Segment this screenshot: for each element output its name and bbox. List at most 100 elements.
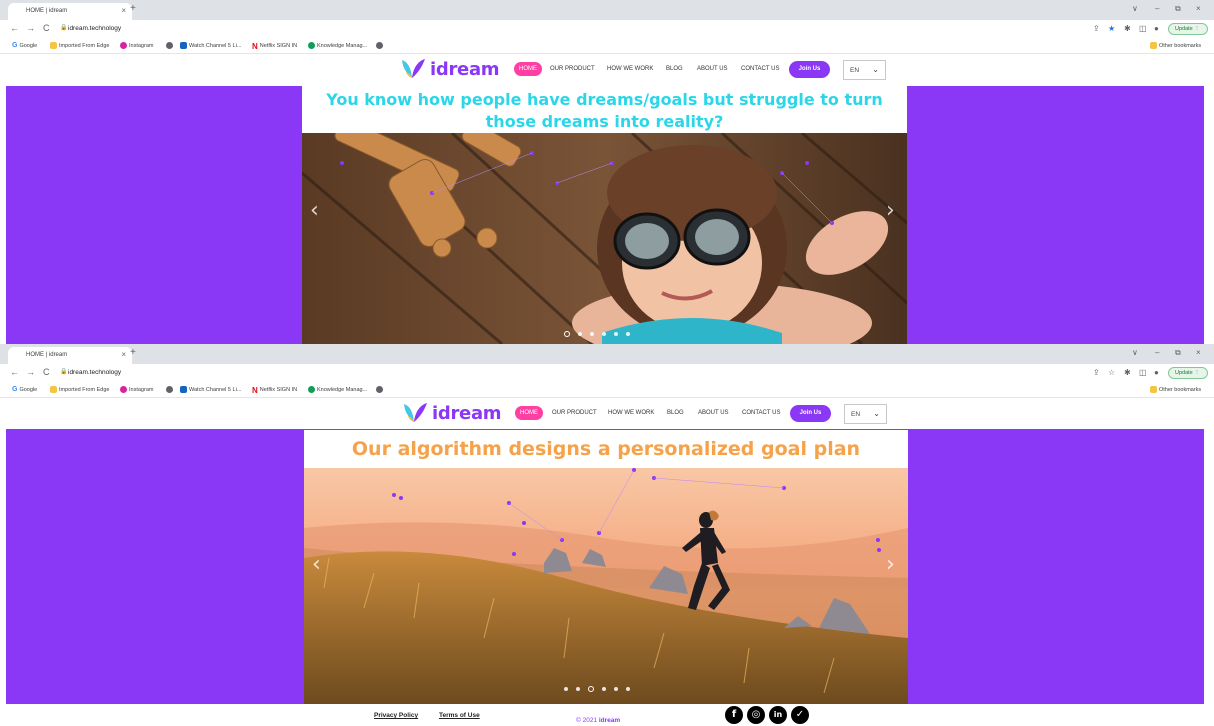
carousel-prev-icon[interactable]: ‹	[312, 552, 321, 577]
carousel-prev-icon[interactable]: ‹	[310, 198, 319, 223]
close-window-icon[interactable]: ×	[1196, 348, 1201, 357]
carousel-dot[interactable]	[578, 332, 582, 336]
carousel-dot[interactable]	[564, 331, 570, 337]
bookmark-google[interactable]: G Google	[12, 386, 37, 393]
bookmark-channel5[interactable]: Watch Channel 5 Li...	[180, 42, 241, 49]
reload-icon[interactable]: C	[43, 23, 50, 33]
close-window-icon[interactable]: ×	[1196, 4, 1201, 13]
carousel-dot[interactable]	[602, 687, 606, 691]
share-icon[interactable]: ⇪	[1093, 368, 1100, 377]
nav-blog[interactable]: BLOG	[667, 410, 684, 416]
carousel-dot[interactable]	[576, 687, 580, 691]
bookmark-imported[interactable]: Imported From Edge	[50, 386, 109, 393]
new-tab-icon[interactable]: +	[130, 347, 136, 358]
tab-search-icon[interactable]: ∨	[1132, 4, 1138, 13]
site-footer: Privacy Policy Terms of Use © 2021 idrea…	[0, 704, 1214, 726]
extensions-icon[interactable]: ✱	[1124, 368, 1131, 377]
nav-contact-us[interactable]: CONTACT US	[741, 66, 779, 72]
minimize-icon[interactable]: –	[1155, 4, 1159, 13]
bookmark-google[interactable]: G Google	[12, 42, 37, 49]
bookmark-globe[interactable]	[166, 42, 175, 49]
forward-icon[interactable]: →	[26, 367, 35, 377]
linkedin-icon[interactable]: in	[769, 706, 787, 724]
carousel-dot[interactable]	[614, 687, 618, 691]
site-header: idream HOME OUR PRODUCT HOW WE WORK BLOG…	[6, 54, 1204, 86]
nav-about-us[interactable]: ABOUT US	[698, 410, 729, 416]
nav-blog[interactable]: BLOG	[666, 66, 683, 72]
privacy-policy-link[interactable]: Privacy Policy	[374, 712, 418, 719]
carousel-dot[interactable]	[588, 686, 594, 692]
bookmark-globe-2[interactable]	[376, 386, 385, 393]
bookmark-netflix[interactable]: N Netflix SIGN IN	[252, 386, 297, 395]
nav-how-we-work[interactable]: HOW WE WORK	[608, 410, 654, 416]
url-field[interactable]: idream.technology	[68, 25, 121, 32]
carousel-dots	[564, 686, 630, 692]
instagram-icon[interactable]: ◎	[747, 706, 765, 724]
carousel-dot[interactable]	[626, 332, 630, 336]
sidepanel-icon[interactable]: ◫	[1139, 24, 1147, 33]
nav-contact-us[interactable]: CONTACT US	[742, 410, 780, 416]
tab-close-icon[interactable]: ×	[121, 6, 126, 15]
profile-icon[interactable]: ●	[1154, 24, 1159, 33]
bookmark-instagram[interactable]: Instagram	[120, 386, 153, 393]
carousel-dot[interactable]	[614, 332, 618, 336]
hero-photo-kid-aviator	[302, 133, 907, 344]
carousel-dot[interactable]	[626, 687, 630, 691]
bookmark-channel5[interactable]: Watch Channel 5 Li...	[180, 386, 241, 393]
language-select[interactable]: EN ⌄	[844, 404, 887, 424]
slide-2-heading: Our algorithm designs a personalized goa…	[304, 430, 908, 468]
join-us-button[interactable]: Join Us	[789, 61, 830, 78]
other-bookmarks[interactable]: Other bookmarks	[1150, 386, 1201, 393]
nav-how-we-work[interactable]: HOW WE WORK	[607, 66, 653, 72]
sidepanel-icon[interactable]: ◫	[1139, 368, 1147, 377]
bookmark-instagram[interactable]: Instagram	[120, 42, 153, 49]
bookmark-globe-2[interactable]	[376, 42, 385, 49]
other-bookmarks[interactable]: Other bookmarks	[1150, 42, 1201, 49]
carousel-next-icon[interactable]: ›	[886, 552, 895, 577]
share-icon[interactable]: ⇪	[1093, 24, 1100, 33]
bookmark-star-icon[interactable]: ★	[1108, 24, 1115, 33]
new-tab-icon[interactable]: +	[130, 3, 136, 14]
bookmark-knowledge[interactable]: Knowledge Manag...	[308, 386, 367, 393]
carousel-next-icon[interactable]: ›	[886, 198, 895, 223]
nav-home[interactable]: HOME	[515, 406, 543, 420]
language-select[interactable]: EN ⌄	[843, 60, 886, 80]
nav-about-us[interactable]: ABOUT US	[697, 66, 728, 72]
restore-icon[interactable]: ⧉	[1175, 4, 1181, 14]
twitter-icon[interactable]: ✓	[791, 706, 809, 724]
extensions-icon[interactable]: ✱	[1124, 24, 1131, 33]
url-field[interactable]: idream.technology	[68, 369, 121, 376]
bookmark-globe[interactable]	[166, 386, 175, 393]
carousel-dot[interactable]	[590, 332, 594, 336]
bookmark-imported[interactable]: Imported From Edge	[50, 42, 109, 49]
site-logo[interactable]: idream	[402, 402, 502, 424]
tab-search-icon[interactable]: ∨	[1132, 348, 1138, 357]
terms-of-use-link[interactable]: Terms of Use	[439, 712, 480, 719]
copyright-brand: idream	[598, 717, 621, 724]
facebook-icon[interactable]: f	[725, 706, 743, 724]
nav-our-product[interactable]: OUR PRODUCT	[550, 66, 595, 72]
back-icon[interactable]: ←	[10, 367, 19, 377]
update-button[interactable]: Update ⋮	[1168, 23, 1208, 35]
restore-icon[interactable]: ⧉	[1175, 348, 1181, 358]
reload-icon[interactable]: C	[43, 367, 50, 377]
browser-tab[interactable]: HOME | idream ×	[8, 347, 132, 364]
tab-strip: HOME | idream × + ∨ – ⧉ ×	[0, 0, 1214, 20]
browser-window-bottom: HOME | idream × + ∨ – ⧉ × ← → C 🔒 idream…	[0, 344, 1214, 726]
forward-icon[interactable]: →	[26, 23, 35, 33]
bookmark-netflix[interactable]: N Netflix SIGN IN	[252, 42, 297, 51]
join-us-button[interactable]: Join Us	[790, 405, 831, 422]
carousel-dot[interactable]	[602, 332, 606, 336]
update-button[interactable]: Update ⋮	[1168, 367, 1208, 379]
carousel-dot[interactable]	[564, 687, 568, 691]
profile-icon[interactable]: ●	[1154, 368, 1159, 377]
minimize-icon[interactable]: –	[1155, 348, 1159, 357]
site-logo[interactable]: idream	[400, 58, 500, 80]
browser-tab[interactable]: HOME | idream ×	[8, 3, 132, 20]
back-icon[interactable]: ←	[10, 23, 19, 33]
bookmark-star-icon[interactable]: ☆	[1108, 368, 1115, 377]
tab-close-icon[interactable]: ×	[121, 350, 126, 359]
nav-our-product[interactable]: OUR PRODUCT	[552, 410, 597, 416]
nav-home[interactable]: HOME	[514, 62, 542, 76]
bookmark-knowledge[interactable]: Knowledge Manag...	[308, 42, 367, 49]
